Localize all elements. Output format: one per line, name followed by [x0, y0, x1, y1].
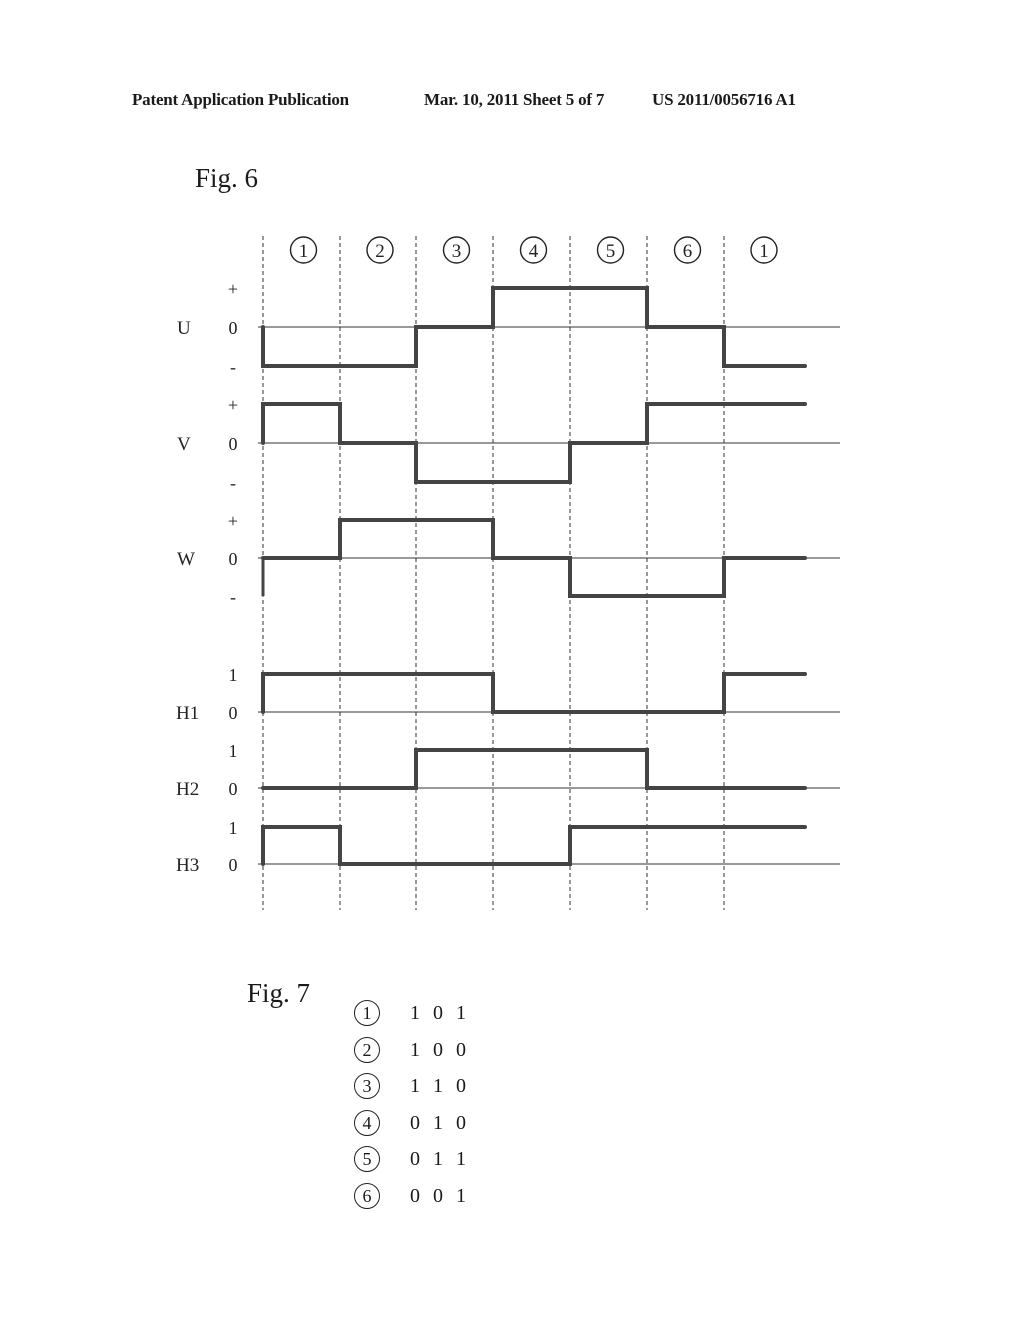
state-circle: 1 — [354, 1000, 380, 1026]
level-label: - — [230, 587, 236, 607]
interval-label: 2 — [375, 241, 385, 262]
bit-h1: 1 — [410, 1001, 420, 1024]
fig7-label: Fig. 7 — [247, 978, 311, 1008]
bit-h3: 0 — [456, 1074, 466, 1097]
interval-label: 6 — [683, 241, 693, 262]
bit-h2: 1 — [433, 1111, 443, 1134]
fig7-row: 6 001 — [354, 1181, 479, 1211]
bit-h3: 0 — [456, 1038, 466, 1061]
level-label: 0 — [229, 703, 238, 723]
bit-h1: 0 — [410, 1184, 420, 1207]
interval-label: 5 — [606, 241, 616, 262]
bit-h2: 1 — [433, 1147, 443, 1170]
fig7-row: 1 101 — [354, 998, 479, 1028]
signal-name: U — [177, 318, 191, 339]
level-label: 0 — [229, 855, 238, 875]
fig7-row: 4 010 — [354, 1108, 479, 1138]
level-label: 0 — [229, 318, 238, 338]
state-circle: 2 — [354, 1037, 380, 1063]
signal-name: H3 — [176, 855, 199, 876]
state-circle: 6 — [354, 1183, 380, 1209]
bit-h2: 0 — [433, 1184, 443, 1207]
interval-label: 4 — [529, 241, 539, 262]
level-label: 1 — [229, 665, 238, 685]
level-label: 0 — [229, 434, 238, 454]
fig7-row: 2 100 — [354, 1035, 479, 1065]
fig7-row: 3 110 — [354, 1071, 479, 1101]
bit-h1: 0 — [410, 1111, 420, 1134]
signal-trace-h1 — [261, 672, 807, 714]
level-label: 0 — [229, 779, 238, 799]
signal-name: H1 — [176, 703, 199, 724]
level-label: + — [228, 279, 238, 299]
bit-h3: 0 — [456, 1111, 466, 1134]
bit-h1: 0 — [410, 1147, 420, 1170]
fig6-timing-diagram: 1 2 3 4 5 6 1 U +0 - V +0 - W +0 - H1 1 0 H2 1 0 H3 1 0 — [176, 236, 840, 910]
state-circle: 4 — [354, 1110, 380, 1136]
level-label: + — [228, 511, 238, 531]
fig7-row: 5 011 — [354, 1144, 479, 1174]
level-label: - — [230, 473, 236, 493]
state-circle: 3 — [354, 1073, 380, 1099]
signal-name: W — [177, 549, 195, 570]
bit-h2: 0 — [433, 1001, 443, 1024]
bit-h3: 1 — [456, 1184, 466, 1207]
bit-h3: 1 — [456, 1147, 466, 1170]
bit-h3: 1 — [456, 1001, 466, 1024]
level-label: 1 — [229, 741, 238, 761]
bit-h2: 1 — [433, 1074, 443, 1097]
level-label: 1 — [229, 818, 238, 838]
level-label: + — [228, 395, 238, 415]
interval-label: 1 — [299, 241, 309, 262]
signal-name: H2 — [176, 779, 199, 800]
interval-label: 3 — [452, 241, 462, 262]
bit-h2: 0 — [433, 1038, 443, 1061]
bit-h1: 1 — [410, 1074, 420, 1097]
signal-name: V — [177, 434, 191, 455]
bit-h1: 1 — [410, 1038, 420, 1061]
state-circle: 5 — [354, 1146, 380, 1172]
level-label: 0 — [229, 549, 238, 569]
interval-label: 1 — [759, 241, 769, 262]
level-label: - — [230, 357, 236, 377]
